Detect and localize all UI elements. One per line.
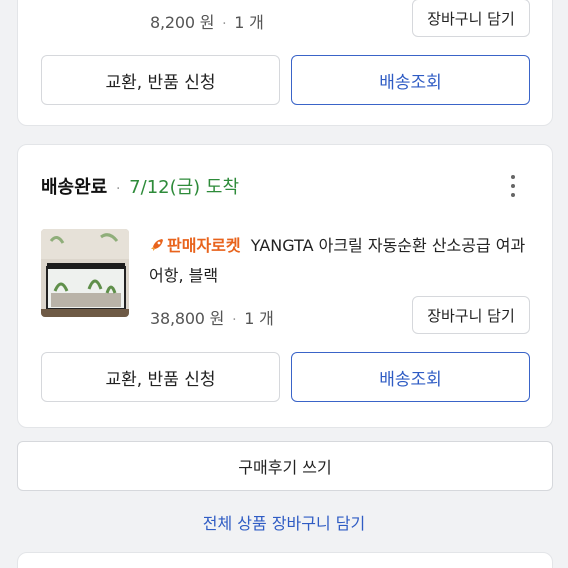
order-card: 배송완료 · 7/12(금) 도착 판매자로켓 YANGTA 아크릴 자동순환 … bbox=[17, 144, 553, 428]
status-separator: · bbox=[115, 181, 121, 197]
exchange-return-button[interactable]: 교환, 반품 신청 bbox=[41, 55, 280, 105]
product-image[interactable] bbox=[41, 229, 129, 317]
rocket-badge-label: 판매자로켓 bbox=[167, 236, 241, 255]
price-quantity: 8,200 원 · 1 개 bbox=[150, 9, 264, 33]
quantity: 1 개 bbox=[244, 309, 274, 328]
arrival-date: 7/12(금) 도착 bbox=[129, 177, 240, 198]
product-title[interactable]: 판매자로켓 YANGTA 아크릴 자동순환 산소공급 여과 어항, 블랙 bbox=[149, 231, 544, 291]
separator: · bbox=[222, 16, 227, 32]
status-label: 배송완료 bbox=[41, 177, 108, 198]
price-quantity: 38,800 원 · 1 개 bbox=[150, 305, 274, 329]
price: 38,800 원 bbox=[150, 309, 225, 328]
rocket-badge: 판매자로켓 bbox=[149, 236, 241, 255]
add-all-to-cart-link[interactable]: 전체 상품 장바구니 담기 bbox=[0, 510, 568, 534]
add-to-cart-button[interactable]: 장바구니 담기 bbox=[412, 0, 530, 37]
quantity: 1 개 bbox=[234, 13, 264, 32]
track-shipping-button[interactable]: 배송조회 bbox=[291, 55, 530, 105]
track-shipping-button[interactable]: 배송조회 bbox=[291, 352, 530, 402]
write-review-button[interactable]: 구매후기 쓰기 bbox=[17, 441, 553, 491]
exchange-return-button[interactable]: 교환, 반품 신청 bbox=[41, 352, 280, 402]
more-options-icon[interactable] bbox=[510, 175, 516, 197]
separator: · bbox=[232, 312, 237, 328]
rocket-icon bbox=[151, 239, 163, 251]
delivery-status: 배송완료 · 7/12(금) 도착 bbox=[41, 173, 239, 199]
add-to-cart-button[interactable]: 장바구니 담기 bbox=[412, 296, 530, 334]
price: 8,200 원 bbox=[150, 13, 215, 32]
order-card-previous: 8,200 원 · 1 개 장바구니 담기 교환, 반품 신청 배송조회 bbox=[17, 0, 553, 126]
next-section-card bbox=[17, 552, 553, 568]
